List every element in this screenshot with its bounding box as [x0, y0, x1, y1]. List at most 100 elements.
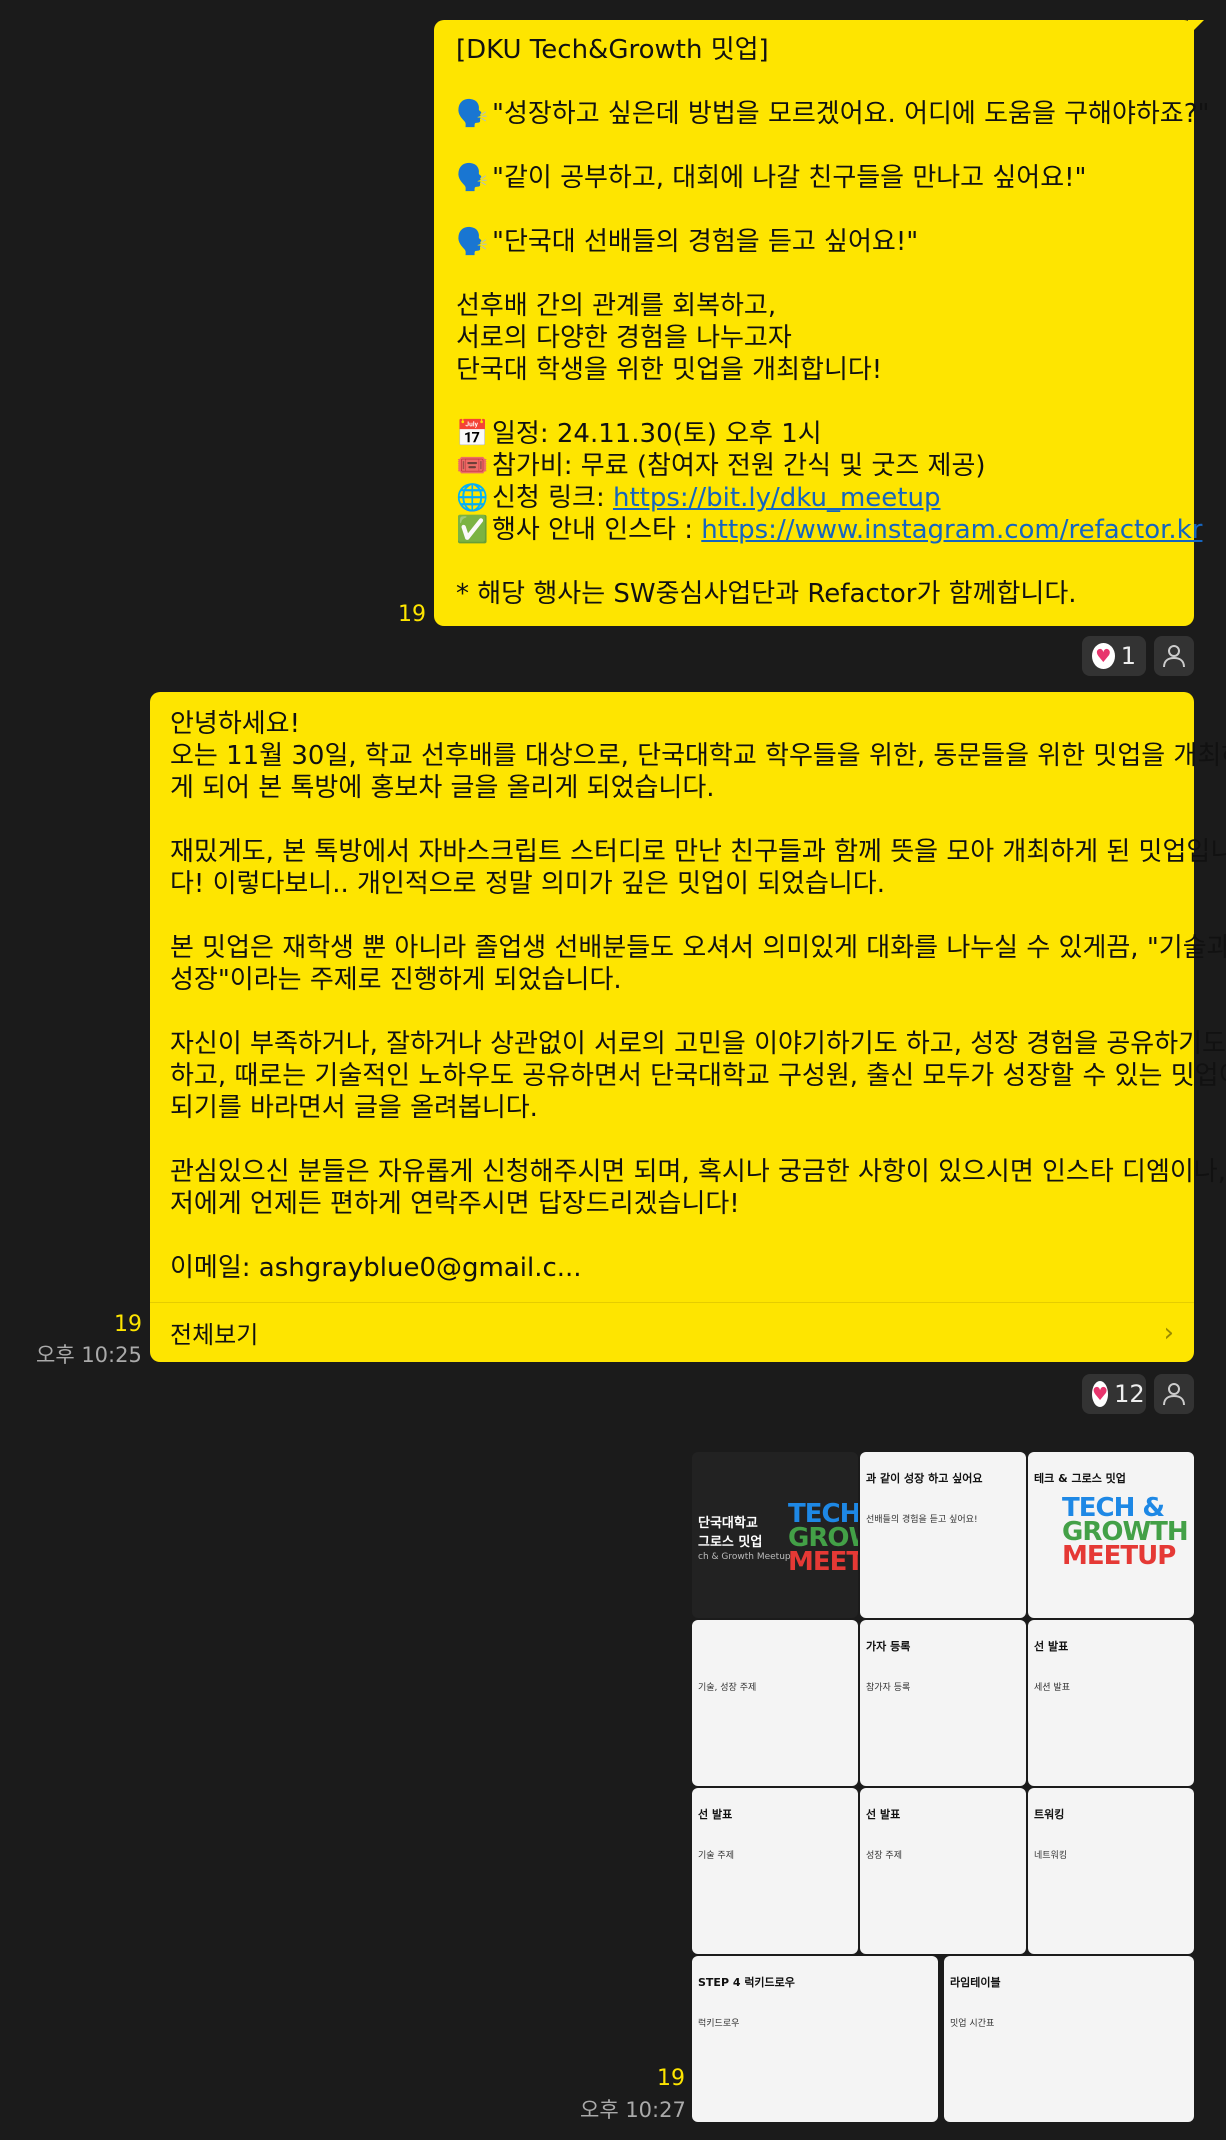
thumbnail-title: 가자 등록 — [866, 1640, 911, 1653]
message-line: 재밌게도, 본 톡방에서 자바스크립트 스터디로 만난 친구들과 함께 뜻을 모… — [170, 837, 1226, 867]
meetup-logo: TECH & GROWTH MEETUP — [1062, 1493, 1189, 1571]
heart-icon: ♥ — [1092, 643, 1115, 669]
message-text: [DKU Tech&Growth 밋업] — [456, 35, 769, 65]
message-text: 서로의 다양한 경험을 나누고자 — [456, 323, 792, 353]
speaking-head-icon: 🗣️ — [456, 99, 489, 129]
detail-line: 📅 일정: 24.11.30(토) 오후 1시 — [456, 418, 1172, 450]
message-line: 안녕하세요! — [170, 709, 301, 739]
image-thumbnail[interactable]: 선 발표세션 발표 — [1028, 1620, 1194, 1786]
detail-label: 행사 안내 인스타 : — [492, 515, 702, 545]
image-thumbnail[interactable]: 가자 등록참가자 등록 — [860, 1620, 1026, 1786]
image-thumbnail[interactable]: 선 발표성장 주제 — [860, 1788, 1026, 1954]
meetup-logo: TECHGROWMEET — [788, 1499, 858, 1577]
thumbnail-caption: 기술, 성장 주제 — [698, 1683, 757, 1693]
thumbnail-caption: 세션 발표 — [1034, 1683, 1070, 1693]
message-line: 관심있으신 분들은 자유롭게 신청해주시면 되며, 혹시나 궁금한 사항이 있으… — [170, 1157, 1226, 1187]
message-line — [456, 66, 1172, 98]
image-thumbnail[interactable]: 단국대학교 그로스 밋업 ch & Growth MeetupTECHGROWME… — [692, 1452, 858, 1618]
image-thumbnail[interactable]: 테크 & 그로스 밋업 TECH & GROWTH MEETUP — [1028, 1452, 1194, 1618]
message-line — [456, 130, 1172, 162]
thumbnail-caption: ch & Growth Meetup — [698, 1552, 791, 1562]
message-line: 본 밋업은 재학생 뿐 아니라 졸업생 선배분들도 오셔서 의미있게 대화를 나… — [170, 933, 1226, 963]
message-bubble-2[interactable]: 안녕하세요! 오는 11월 30일, 학교 선후배를 대상으로, 단국대학교 학우… — [150, 692, 1226, 1362]
message-2-body: 안녕하세요! 오는 11월 30일, 학교 선후배를 대상으로, 단국대학교 학우… — [170, 708, 1226, 1284]
message-line: 이메일: ashgrayblue0@gmail.c... — [170, 1253, 582, 1283]
message-text: 단국대 학생을 위한 밋업을 개최합니다! — [456, 355, 883, 385]
message-text: "단국대 선배들의 경험을 듣고 싶어요!" — [492, 227, 919, 257]
message-line: 저에게 언제든 편하게 연락주시면 답장드리겠습니다! — [170, 1189, 740, 1219]
thumbnail-title: 테크 & 그로스 밋업 — [1034, 1472, 1126, 1485]
message-line — [456, 194, 1172, 226]
thumbnail-title: 과 같이 성장 하고 싶어요 — [866, 1472, 983, 1485]
thumbnail-title: 선 발표 — [1034, 1640, 1069, 1653]
image-thumbnail[interactable]: 라임테이블밋업 시간표 — [944, 1956, 1194, 2122]
message-line: 🗣️ "같이 공부하고, 대회에 나갈 친구들을 만나고 싶어요!" — [456, 162, 1172, 194]
see-all-button[interactable]: 전체보기 › — [150, 1302, 1194, 1362]
unread-count: 19 — [114, 1312, 142, 1337]
message-line — [170, 1220, 1174, 1252]
thumbnail-caption: 럭키드로우 — [698, 2019, 740, 2029]
message-line: 🗣️ "단국대 선배들의 경험을 듣고 싶어요!" — [456, 226, 1172, 258]
thumbnail-title: 선 발표 — [866, 1808, 901, 1821]
message-text: 선후배 간의 관계를 회복하고, — [456, 291, 777, 321]
message-1-details: 📅 일정: 24.11.30(토) 오후 1시 🎟️ 참가비: 무료 (참여자 전원 … — [456, 418, 1202, 546]
message-line: 성장"이라는 주제로 진행하게 되었습니다. — [170, 965, 622, 995]
thumbnail-caption: 선배들의 경험을 듣고 싶어요! — [866, 1515, 978, 1525]
user-icon[interactable] — [1154, 1374, 1194, 1414]
image-thumbnail[interactable]: 과 같이 성장 하고 싶어요선배들의 경험을 듣고 싶어요! — [860, 1452, 1026, 1618]
unread-count: 19 — [657, 2066, 685, 2091]
message-bubble-1[interactable]: [DKU Tech&Growth 밋업] 🗣️ "성장하고 싶은데 방법을 모르겠어… — [434, 20, 1210, 626]
image-thumbnail[interactable]: 선 발표 기술 주제 — [692, 1788, 858, 1954]
message-text: "성장하고 싶은데 방법을 모르겠어요. 어디에 도움을 구해야하죠?" — [492, 99, 1210, 129]
message-line — [170, 996, 1174, 1028]
thumbnail-caption: 성장 주제 — [866, 1851, 902, 1861]
thumbnail-caption: 기술 주제 — [698, 1851, 734, 1861]
message-line: 다! 이렇다보니.. 개인적으로 정말 의미가 깊은 밋업이 되었습니다. — [170, 869, 885, 899]
message-line: 선후배 간의 관계를 회복하고, — [456, 290, 1172, 322]
message-time: 오후 10:27 — [580, 2098, 686, 2122]
thumbnail-caption: 참가자 등록 — [866, 1683, 911, 1693]
speaking-head-icon: 🗣️ — [456, 227, 489, 257]
image-thumbnail[interactable]: 기술, 성장 주제 — [692, 1620, 858, 1786]
reaction-badge[interactable]: ♥ 12 — [1082, 1374, 1146, 1414]
reaction-count: 1 — [1120, 642, 1136, 670]
see-all-label: 전체보기 — [170, 1321, 259, 1349]
speaking-head-icon: 🗣️ — [456, 163, 489, 193]
detail-label: 신청 링크: — [492, 483, 613, 513]
ticket-icon: 🎟️ — [456, 451, 489, 481]
message-text: "같이 공부하고, 대회에 나갈 친구들을 만나고 싶어요!" — [492, 163, 1087, 193]
message-line: 서로의 다양한 경험을 나누고자 — [456, 322, 1172, 354]
detail-label: 일정: 24.11.30(토) 오후 1시 — [492, 419, 822, 449]
message-time: 오후 10:25 — [36, 1343, 142, 1367]
message-line: 게 되어 본 톡방에 홍보차 글을 올리게 되었습니다. — [170, 773, 715, 803]
detail-label: 참가비: 무료 (참여자 전원 간식 및 굿즈 제공) — [492, 451, 986, 481]
detail-line: 🌐 신청 링크: https://bit.ly/dku_meetup — [456, 482, 1172, 514]
message-line: 단국대 학생을 위한 밋업을 개최합니다! — [456, 354, 1172, 386]
message-1-body: [DKU Tech&Growth 밋업] 🗣️ "성장하고 싶은데 방법을 모르겠어… — [456, 34, 1210, 418]
message-line — [170, 804, 1174, 836]
message-line: 🗣️ "성장하고 싶은데 방법을 모르겠어요. 어디에 도움을 구해야하죠?" — [456, 98, 1210, 130]
message-line: [DKU Tech&Growth 밋업] — [456, 34, 1172, 66]
image-thumbnail[interactable]: 트워킹 네트워킹 — [1028, 1788, 1194, 1954]
message-line: 자신이 부족하거나, 잘하거나 상관없이 서로의 고민을 이야기하기도 하고, … — [170, 1029, 1226, 1059]
thumbnail-title: STEP 4 럭키드로우 — [698, 1976, 795, 1989]
thumbnail-title: 라임테이블 — [950, 1976, 1001, 1989]
image-thumbnail[interactable]: STEP 4 럭키드로우럭키드로우 — [692, 1956, 938, 2122]
heart-icon: ♥ — [1092, 1381, 1109, 1407]
reaction-badge[interactable]: ♥ 1 — [1082, 636, 1146, 676]
message-line — [456, 258, 1172, 290]
detail-link[interactable]: https://bit.ly/dku_meetup — [613, 483, 941, 513]
thumbnail-caption: 밋업 시간표 — [950, 2019, 995, 2029]
user-icon[interactable] — [1154, 636, 1194, 676]
message-line: 되기를 바라면서 글을 올려봅니다. — [170, 1093, 538, 1123]
message-line — [170, 900, 1174, 932]
detail-line: 🎟️ 참가비: 무료 (참여자 전원 간식 및 굿즈 제공) — [456, 450, 1172, 482]
chevron-right-icon: › — [1163, 1317, 1174, 1348]
message-line: 하고, 때로는 기술적인 노하우도 공유하면서 단국대학교 구성원, 출신 모두… — [170, 1061, 1226, 1091]
detail-link[interactable]: https://www.instagram.com/refactor.kr — [701, 515, 1202, 545]
globe-icon: 🌐 — [456, 483, 489, 513]
reaction-count: 12 — [1114, 1380, 1145, 1408]
check-icon: ✅ — [456, 515, 489, 545]
thumbnail-caption: 네트워킹 — [1034, 1851, 1068, 1861]
detail-line: ✅ 행사 안내 인스타 : https://www.instagram.com/r… — [456, 514, 1202, 546]
